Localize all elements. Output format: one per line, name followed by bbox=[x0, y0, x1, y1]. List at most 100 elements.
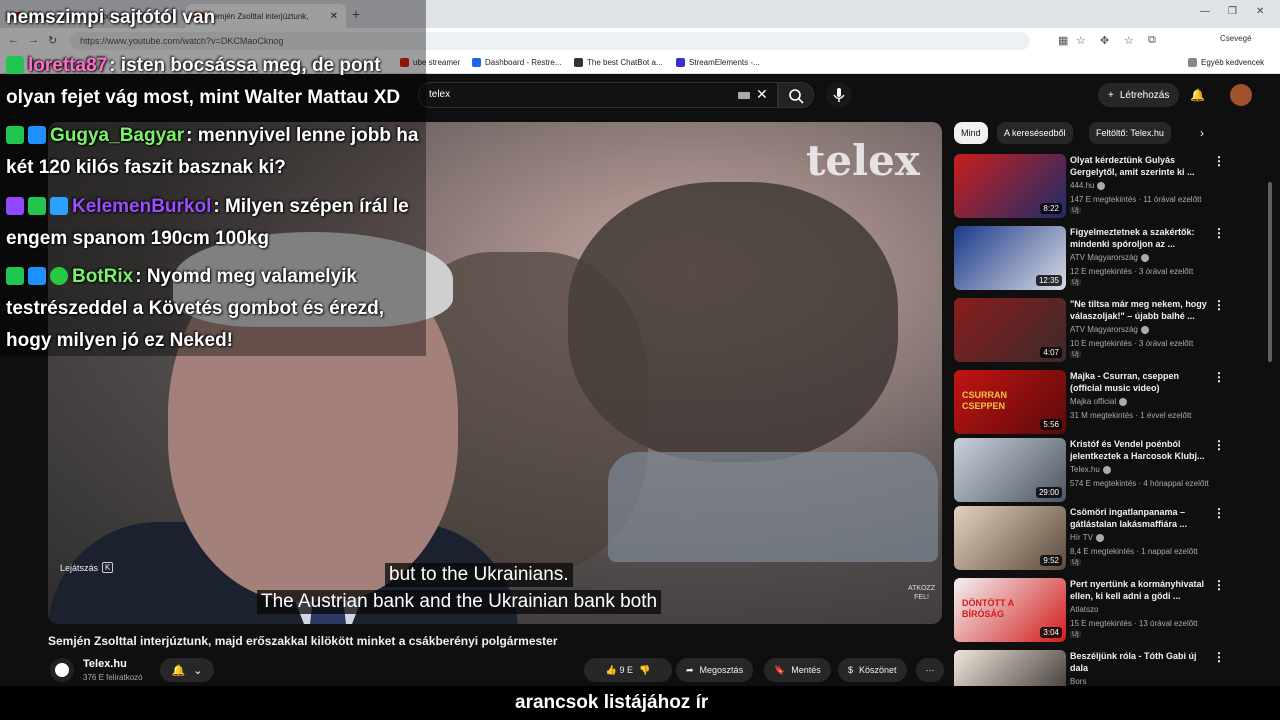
video-thumbnail[interactable]: 12:35 bbox=[954, 226, 1066, 290]
bookmark-label: Egyéb kedvencek bbox=[1201, 58, 1265, 67]
bookmark-item[interactable]: The best ChatBot a... bbox=[574, 58, 663, 67]
favorites-icon[interactable]: ☆ bbox=[1124, 34, 1134, 47]
more-options-icon[interactable]: ⋮ bbox=[1213, 154, 1225, 168]
recommendation-channel[interactable]: Telex.hu bbox=[1070, 465, 1111, 474]
keyboard-icon[interactable] bbox=[738, 92, 750, 99]
recommendation-item[interactable]: DÖNTÖTT A BÍRÓSÁG 3:04 Pert nyertünk a kor… bbox=[954, 578, 1274, 644]
video-thumbnail[interactable]: 4:07 bbox=[954, 298, 1066, 362]
thumbs-up-icon: 👍 bbox=[605, 664, 617, 675]
verified-icon bbox=[1095, 533, 1104, 542]
recommendation-item[interactable]: CSURRAN CSEPPEN 5:56 Majka - Csurran, csep… bbox=[954, 370, 1274, 436]
search-input[interactable]: telex bbox=[418, 82, 778, 108]
more-options-icon[interactable]: ⋮ bbox=[1213, 226, 1225, 240]
collections-icon[interactable]: ⧉ bbox=[1148, 34, 1156, 47]
voice-search-button[interactable] bbox=[826, 82, 852, 108]
recommendation-item[interactable]: 29:00 Kristóf és Vendel poénból jelentkez… bbox=[954, 438, 1274, 504]
recommendation-meta: 15 E megtekintés · 13 órával ezelőtt bbox=[1070, 619, 1198, 628]
subscription-bell-button[interactable]: 🔔 ⌄ bbox=[160, 658, 214, 682]
chip-from-search[interactable]: A keresésedből bbox=[997, 122, 1073, 144]
maximize-icon[interactable]: ❐ bbox=[1228, 6, 1237, 17]
video-thumbnail[interactable]: DÖNTÖTT A BÍRÓSÁG 3:04 bbox=[954, 578, 1066, 642]
more-actions-button[interactable]: ⋯ bbox=[916, 658, 944, 682]
chat-username: KelemenBurkol bbox=[72, 196, 212, 217]
apps-icon[interactable]: ▦ bbox=[1058, 34, 1068, 47]
recommendation-item[interactable]: 12:35 Figyelmeztetnek a szakértők: minden… bbox=[954, 226, 1274, 292]
corner-mark-line: ATKOZZ bbox=[908, 585, 936, 592]
avatar[interactable] bbox=[1230, 84, 1252, 106]
kick-badge-icon bbox=[6, 267, 24, 285]
recommendation-title[interactable]: Beszéljünk róla - Tóth Gabi új dala bbox=[1070, 650, 1210, 674]
like-button[interactable]: 👍 9 E bbox=[606, 665, 633, 676]
recommendation-channel[interactable]: 444.hu bbox=[1070, 181, 1106, 190]
more-options-icon[interactable]: ⋮ bbox=[1213, 438, 1225, 452]
channel-avatar[interactable] bbox=[50, 658, 74, 682]
recommendation-item[interactable]: 8:22 Olyat kérdeztünk Gulyás Gergelytől, … bbox=[954, 154, 1274, 220]
recommendation-title[interactable]: Figyelmeztetnek a szakértők: mindenki sp… bbox=[1070, 226, 1210, 250]
video-title: Semjén Zsolttal interjúztunk, majd erősz… bbox=[48, 634, 558, 648]
video-thumbnail[interactable]: 9:52 bbox=[954, 506, 1066, 570]
bookmark-item[interactable]: StreamElements -... bbox=[676, 58, 760, 67]
recommendation-channel[interactable]: ATV Magyarország bbox=[1070, 253, 1149, 262]
chip-all[interactable]: Mind bbox=[954, 122, 988, 144]
recommendation-title[interactable]: Olyat kérdeztünk Gulyás Gergelytől, amit… bbox=[1070, 154, 1210, 178]
recommendation-title[interactable]: Majka - Csurran, cseppen (official music… bbox=[1070, 370, 1210, 394]
more-options-icon[interactable]: ⋮ bbox=[1213, 298, 1225, 312]
bookmark-item[interactable]: Egyéb kedvencek bbox=[1188, 58, 1264, 67]
notifications-icon[interactable]: 🔔 bbox=[1190, 88, 1205, 102]
more-options-icon[interactable]: ⋮ bbox=[1213, 506, 1225, 520]
favorite-star-icon[interactable]: ☆ bbox=[1076, 34, 1086, 47]
search-button[interactable] bbox=[778, 82, 814, 108]
verified-badge-icon bbox=[28, 267, 46, 285]
recommendation-title[interactable]: "Ne tiltsa már meg nekem, hogy válaszolj… bbox=[1070, 298, 1210, 322]
more-options-icon[interactable]: ⋮ bbox=[1213, 650, 1225, 664]
channel-name: Bors bbox=[1070, 677, 1087, 686]
more-options-icon[interactable]: ⋮ bbox=[1213, 578, 1225, 592]
chat-message: KelemenBurkol: Milyen szépen írál le eng… bbox=[6, 191, 426, 255]
chevron-right-icon[interactable]: › bbox=[1200, 126, 1204, 140]
bookmark-favicon bbox=[574, 58, 583, 67]
scrollbar-thumb[interactable] bbox=[1268, 182, 1272, 362]
channel-watermark: telex bbox=[806, 136, 920, 185]
recommendation-channel[interactable]: ATV Magyarország bbox=[1070, 325, 1149, 334]
video-thumbnail[interactable]: 8:22 bbox=[954, 154, 1066, 218]
extensions-icon[interactable]: ✥ bbox=[1100, 34, 1109, 47]
share-button[interactable]: ➦ Megosztás bbox=[676, 658, 754, 682]
thanks-icon: $ bbox=[848, 665, 854, 675]
recommendation-channel[interactable]: Bors bbox=[1070, 677, 1086, 686]
dislike-button[interactable]: 👎 bbox=[639, 665, 650, 676]
recommendation-item[interactable]: 4:07 "Ne tiltsa már meg nekem, hogy válas… bbox=[954, 298, 1274, 364]
video-duration: 3:04 bbox=[1040, 627, 1062, 638]
video-thumbnail[interactable]: 29:00 bbox=[954, 438, 1066, 502]
recommendation-title[interactable]: Csömöri ingatlanpanama – gátlástalan lak… bbox=[1070, 506, 1210, 530]
bookmark-item[interactable]: Dashboard - Restre... bbox=[472, 58, 561, 67]
thanks-button[interactable]: $ Köszönet bbox=[838, 658, 907, 682]
recommendation-item[interactable]: 9:52 Csömöri ingatlanpanama – gátlástalan… bbox=[954, 506, 1274, 572]
recommendation-channel[interactable]: Hír TV bbox=[1070, 533, 1104, 542]
recommendation-meta: 574 E megtekintés · 4 hónappal ezelőtt bbox=[1070, 479, 1209, 488]
save-button[interactable]: 🔖 Mentés bbox=[764, 658, 831, 682]
chip-uploader[interactable]: Feltöltő: Telex.hu bbox=[1089, 122, 1171, 144]
screen: Az egyik kislány apja buktatta le a ✕ Se… bbox=[0, 0, 1280, 720]
video-duration: 4:07 bbox=[1040, 347, 1062, 358]
recommendation-channel[interactable]: Atlatszo bbox=[1070, 605, 1098, 614]
subscriber-count: 376 E feliratkozó bbox=[83, 673, 143, 682]
video-thumbnail[interactable]: CSURRAN CSEPPEN 5:56 bbox=[954, 370, 1066, 434]
bell-icon: 🔔 bbox=[171, 664, 186, 677]
new-badge: Új bbox=[1070, 207, 1081, 214]
close-window-icon[interactable]: ✕ bbox=[1256, 6, 1264, 17]
autoplay-key: K bbox=[102, 562, 114, 573]
more-options-icon[interactable]: ⋮ bbox=[1213, 370, 1225, 384]
minimize-icon[interactable]: — bbox=[1200, 6, 1210, 17]
scrollbar[interactable] bbox=[1268, 122, 1274, 682]
recommendation-title[interactable]: Kristóf és Vendel poénból jelentkeztek a… bbox=[1070, 438, 1210, 462]
copilot-chat-button[interactable]: Csevegé bbox=[1220, 34, 1252, 43]
chat-username: Gugya_Bagyar bbox=[50, 125, 185, 146]
video-duration: 12:35 bbox=[1035, 275, 1062, 286]
clear-search-icon[interactable]: ✕ bbox=[756, 86, 768, 103]
channel-name[interactable]: Telex.hu bbox=[83, 658, 127, 670]
recommendation-channel[interactable]: Majka official bbox=[1070, 397, 1128, 406]
thumbnail-text: DÖNTÖTT A BÍRÓSÁG bbox=[962, 598, 1014, 619]
recommendation-title[interactable]: Pert nyertünk a kormányhivatal ellen, ki… bbox=[1070, 578, 1210, 602]
bookmark-favicon bbox=[472, 58, 481, 67]
create-button[interactable]: + Létrehozás bbox=[1098, 83, 1180, 107]
